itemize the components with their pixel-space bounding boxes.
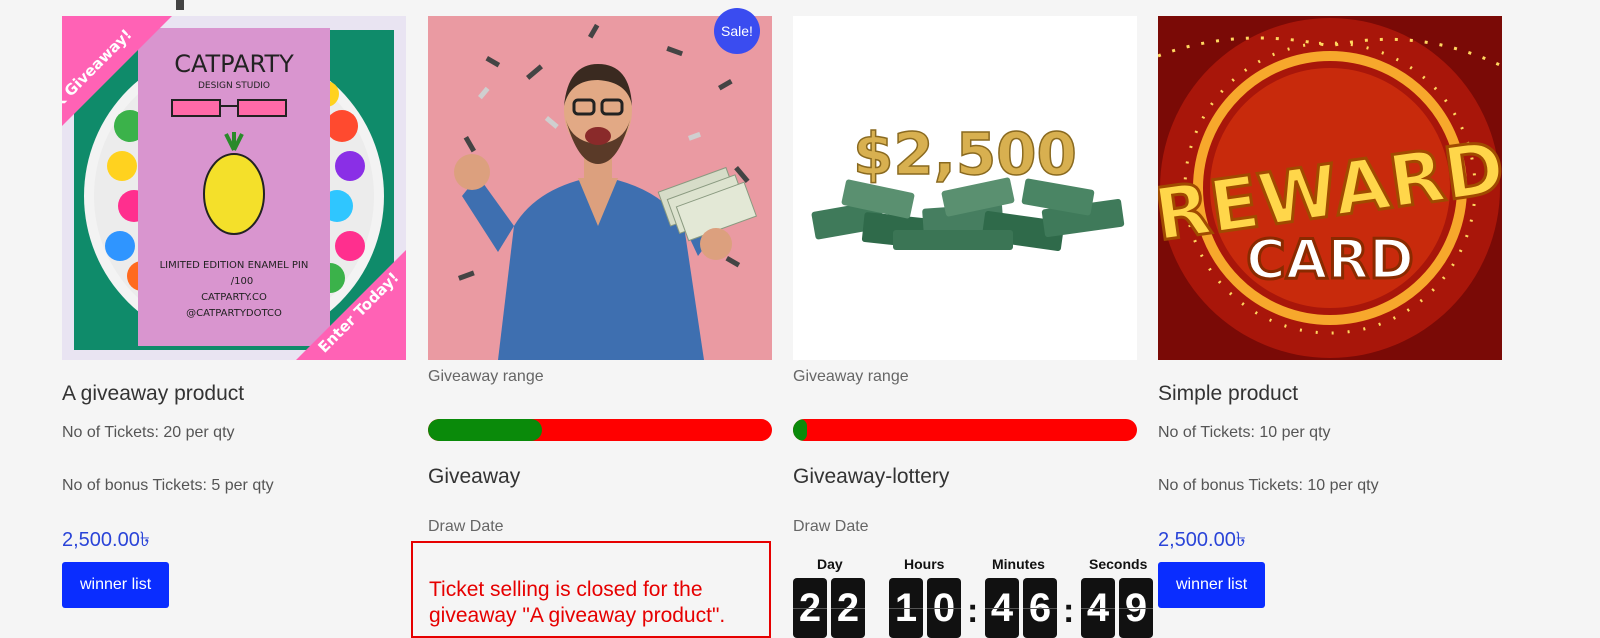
countdown-day-label: Day bbox=[817, 556, 843, 572]
product-price: 2,500.00৳ bbox=[1158, 529, 1246, 551]
countdown-minutes-label: Minutes bbox=[992, 556, 1045, 572]
bonus-tickets-count: No of bonus Tickets: 5 per qty bbox=[62, 477, 274, 494]
product-card-giveaway: CATPARTY DESIGN STUDIO LIMITED EDITION E… bbox=[62, 16, 406, 608]
bonus-tickets-count: No of bonus Tickets: 10 per qty bbox=[1158, 477, 1379, 494]
countdown-hours-digit: 1 bbox=[889, 578, 923, 638]
draw-date-label: Draw Date bbox=[428, 518, 504, 535]
product-image-cash-2500[interactable]: $2,500 bbox=[793, 16, 1137, 360]
catparty-sub-text: DESIGN STUDIO bbox=[198, 81, 270, 91]
countdown-minutes-digit: 4 bbox=[985, 578, 1019, 638]
cash-amount-text: $2,500 bbox=[853, 120, 1077, 188]
product-card-giveaway-range: Giveaway range Giveaway Draw Date bbox=[428, 16, 772, 536]
giveaway-range-label: Giveaway range bbox=[793, 368, 909, 385]
sale-badge: Sale! bbox=[714, 8, 760, 54]
tickets-count: No of Tickets: 20 per qty bbox=[62, 424, 235, 441]
giveaway-range-bar bbox=[428, 419, 772, 441]
product-title[interactable]: Giveaway bbox=[428, 465, 772, 489]
countdown-seconds-digit: 4 bbox=[1081, 578, 1115, 638]
catparty-line1: LIMITED EDITION ENAMEL PIN bbox=[160, 260, 309, 271]
giveaway-range-fill bbox=[428, 419, 542, 441]
tickets-count: No of Tickets: 10 per qty bbox=[1158, 424, 1331, 441]
product-price: 2,500.00৳ bbox=[62, 529, 150, 551]
catparty-line3: CATPARTY.CO bbox=[201, 292, 267, 303]
giveaway-range-label: Giveaway range bbox=[428, 368, 544, 385]
catparty-brand-text: CATPARTY bbox=[174, 50, 294, 78]
countdown-hours-label: Hours bbox=[904, 556, 945, 572]
ticket-closed-message: Ticket selling is closed for the giveawa… bbox=[429, 578, 726, 627]
product-image-reward-card[interactable]: REWARD CARD bbox=[1158, 16, 1502, 360]
countdown-separator: : bbox=[1063, 592, 1075, 630]
product-title[interactable]: Simple product bbox=[1158, 382, 1502, 406]
giveaway-lottery-range-fill bbox=[793, 419, 807, 441]
product-card-giveaway-lottery: $2,500 Giveaway range Giveaway-lottery D… bbox=[793, 16, 1137, 536]
giveaway-lottery-range-bar bbox=[793, 419, 1137, 441]
draw-date-label: Draw Date bbox=[793, 518, 869, 535]
heading-fragment bbox=[176, 0, 184, 10]
product-title[interactable]: A giveaway product bbox=[62, 382, 406, 406]
catparty-line4: @CATPARTYDOTCO bbox=[186, 308, 282, 319]
product-image-excited-man[interactable] bbox=[428, 16, 772, 360]
product-title[interactable]: Giveaway-lottery bbox=[793, 465, 1137, 489]
countdown-hours-digit: 0 bbox=[927, 578, 961, 638]
countdown-seconds-label: Seconds bbox=[1089, 556, 1148, 572]
product-image-catparty[interactable]: CATPARTY DESIGN STUDIO LIMITED EDITION E… bbox=[62, 16, 406, 360]
winner-list-button[interactable]: winner list bbox=[62, 562, 170, 608]
countdown-day-digit: 2 bbox=[831, 578, 865, 638]
catparty-line2: /100 bbox=[231, 276, 253, 287]
countdown-day-digit: 2 bbox=[793, 578, 827, 638]
countdown-separator: : bbox=[967, 592, 979, 630]
ticket-closed-notice: Ticket selling is closed for the giveawa… bbox=[411, 541, 771, 638]
product-card-simple: REWARD CARD Simple product No of Tickets… bbox=[1158, 16, 1502, 608]
winner-list-button[interactable]: winner list bbox=[1158, 562, 1266, 608]
countdown-minutes-digit: 6 bbox=[1023, 578, 1057, 638]
countdown-seconds-digit: 9 bbox=[1119, 578, 1153, 638]
card-text: CARD bbox=[1246, 228, 1414, 291]
